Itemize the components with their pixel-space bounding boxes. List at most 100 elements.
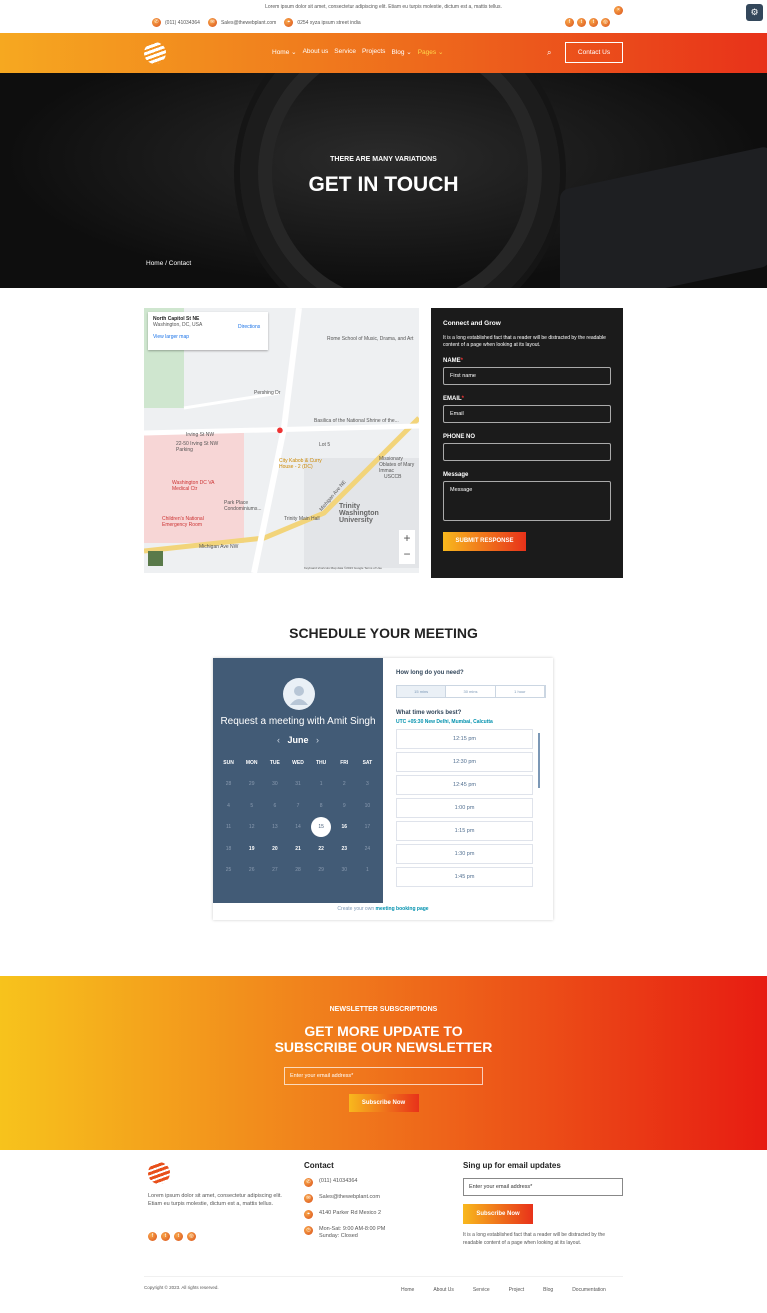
top-email[interactable]: Sales@thewebplant.com	[221, 20, 276, 26]
contact-us-button[interactable]: Contact Us	[565, 42, 623, 63]
top-phone[interactable]: (011) 41034364	[165, 20, 200, 26]
duration-60[interactable]: 1 hour	[496, 686, 545, 697]
map-label: City Kabob & Curry House - 2 (DC)	[279, 458, 322, 470]
newsletter-subscribe-button[interactable]: Subscribe Now	[348, 1094, 419, 1112]
phone-input[interactable]	[443, 443, 611, 461]
map-pin-icon[interactable]: ●	[276, 422, 284, 437]
twitter-icon[interactable]: t	[161, 1232, 170, 1241]
calendar-day[interactable]: 15	[310, 817, 333, 839]
tumblr-icon[interactable]: t	[174, 1232, 183, 1241]
calendar-day[interactable]: 19	[240, 839, 263, 861]
contact-form: Connect and Grow It is a long establishe…	[431, 308, 623, 578]
footer-email[interactable]: Sales@thewebplant.com	[319, 1194, 380, 1201]
calendar-day: 30	[341, 867, 348, 873]
map-label: Park Place Condominiums...	[224, 500, 262, 512]
footer-phone[interactable]: (011) 41034364	[319, 1178, 357, 1185]
site-logo[interactable]	[144, 42, 166, 64]
footer-logo[interactable]	[148, 1162, 170, 1184]
footer-link-documentation[interactable]: Documentation	[572, 1287, 606, 1293]
google-map[interactable]: ● Rome School of Music, Drama, and Art B…	[144, 308, 419, 573]
selected-day[interactable]: 15	[311, 817, 332, 837]
search-icon[interactable]: ⌕	[547, 48, 551, 58]
newsletter-section: NEWSLETTER SUBSCRIPTIONS GET MORE UPDATE…	[0, 976, 767, 1150]
name-input[interactable]: First name	[443, 367, 611, 385]
footer-link-blog[interactable]: Blog	[543, 1287, 553, 1293]
message-textarea[interactable]: Message	[443, 481, 611, 521]
calendar-day: 25	[225, 867, 232, 873]
facebook-icon[interactable]: f	[148, 1232, 157, 1241]
duration-30[interactable]: 30 mins	[446, 686, 496, 697]
time-slot[interactable]: 12:30 pm	[396, 752, 533, 772]
time-slot[interactable]: 1:15 pm	[396, 821, 533, 841]
zoom-in-button[interactable]: +	[399, 530, 415, 546]
map-label: Washington DC VA Medical Ctr	[172, 480, 215, 492]
nav-projects[interactable]: Projects	[362, 48, 385, 56]
signup-subscribe-button[interactable]: Subscribe Now	[463, 1204, 533, 1224]
schedule-title: SCHEDULE YOUR MEETING	[289, 625, 478, 641]
email-input[interactable]: Email	[443, 405, 611, 423]
hubspot-icon[interactable]: ⚙	[746, 4, 763, 21]
breadcrumb-home[interactable]: Home /	[146, 260, 167, 267]
location-icon: ⌖	[304, 1210, 313, 1219]
tumblr-icon[interactable]: t	[589, 18, 598, 27]
slots-scrollbar[interactable]	[538, 733, 540, 788]
email-icon: ✉	[207, 18, 217, 27]
month-selector: ‹ June ›	[213, 735, 383, 745]
calendar-day: 30	[272, 781, 278, 787]
facebook-icon[interactable]: f	[565, 18, 574, 27]
timezone-select[interactable]: UTC +05:30 New Delhi, Mumbai, Calcutta	[396, 719, 546, 725]
newsletter-email-input[interactable]: Enter your email address*	[284, 1067, 483, 1085]
next-month-icon[interactable]: ›	[309, 735, 319, 745]
footer-link-service[interactable]: Service	[473, 1287, 490, 1293]
calendar-day: 1	[366, 867, 369, 873]
weekday-header: FRI	[340, 760, 349, 766]
weekday-header: MON	[245, 760, 258, 766]
calendar-day[interactable]: 20	[263, 839, 286, 861]
announcement-text: Lorem ipsum dolor sit amet, consectetur …	[265, 4, 502, 10]
twitter-icon[interactable]: t	[577, 18, 586, 27]
calendar-grid: SUN MON TUE WED THU FRI SAT 28 29 30 31 1 2 3 4 5 6 7 8 9 10…	[217, 758, 379, 882]
duration-15[interactable]: 15 mins	[397, 686, 447, 697]
nav-service[interactable]: Service	[334, 48, 356, 56]
instagram-icon[interactable]: ◎	[187, 1232, 196, 1241]
signup-email-input[interactable]: Enter your email address*	[463, 1178, 623, 1196]
nav-about[interactable]: About us	[303, 48, 329, 56]
calendar-day: 24	[364, 845, 371, 852]
calendar-day: 6	[273, 802, 277, 809]
map-directions-link[interactable]: Directions	[238, 324, 260, 330]
map-info-card: North Capitol St NE Washington, DC, USA …	[148, 312, 268, 350]
view-larger-map-link[interactable]: View larger map	[153, 334, 263, 340]
time-slot[interactable]: 1:45 pm	[396, 867, 533, 887]
map-label: Basilica of the National Shrine of the..…	[314, 418, 399, 424]
nav-home[interactable]: Home ⌄	[272, 48, 297, 56]
footer-link-home[interactable]: Home	[401, 1287, 414, 1293]
satellite-toggle[interactable]	[148, 551, 163, 566]
top-address: 0254 xyza ipsum street india	[297, 19, 361, 26]
calendar-day: 29	[248, 781, 255, 787]
prev-month-icon[interactable]: ‹	[277, 735, 288, 745]
time-slot[interactable]: 12:15 pm	[396, 729, 533, 749]
nav-pages[interactable]: Pages ⌄	[418, 48, 444, 56]
calendar-day: 11	[225, 824, 232, 830]
calendar-day[interactable]: 22	[310, 839, 333, 861]
calendar-day: 14	[295, 824, 301, 830]
instagram-icon[interactable]: ◎	[601, 18, 610, 27]
top-contact-info: ✆ (011) 41034364 ✉ Sales@thewebplant.com ⌖…	[152, 18, 361, 27]
time-slot[interactable]: 1:30 pm	[396, 844, 533, 864]
zoom-out-button[interactable]: −	[399, 546, 415, 562]
time-slot[interactable]: 12:45 pm	[396, 775, 533, 795]
footer-link-project[interactable]: Project	[509, 1287, 525, 1293]
time-slot[interactable]: 1:00 pm	[396, 798, 533, 818]
calendar-day: 29	[318, 867, 324, 873]
calendar-day[interactable]: 16	[333, 817, 356, 839]
calendar-day: 28	[225, 781, 232, 787]
footer-link-about-us[interactable]: About Us	[433, 1287, 454, 1293]
booking-page-link[interactable]: meeting booking page	[376, 906, 429, 912]
calendar-day[interactable]: 21	[286, 839, 309, 861]
footer-contact-list: ✆ (011) 41034364 ✉ Sales@thewebplant.com ⌖…	[304, 1178, 385, 1247]
submit-response-button[interactable]: SUBMIT RESPONSE	[443, 532, 526, 551]
calendar-day[interactable]: 23	[333, 839, 356, 861]
close-announcement-button[interactable]: ×	[614, 2, 623, 20]
nav-blog[interactable]: Blog ⌄	[391, 48, 411, 56]
newsletter-title-line2: SUBSCRIBE OUR NEWSLETTER	[274, 1039, 493, 1055]
